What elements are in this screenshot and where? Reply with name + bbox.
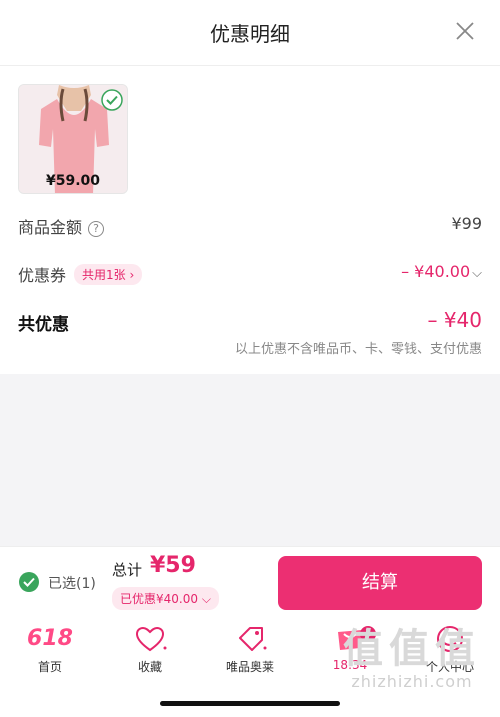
home-indicator — [160, 701, 340, 706]
help-icon[interactable]: ? — [88, 221, 105, 237]
total-price: ¥59 — [150, 553, 196, 578]
coupon-count-text: 共用1张 — [82, 268, 126, 282]
discount-pill-text: 已优惠¥40.00 — [120, 592, 198, 606]
tab-outlet-label: 唯品奥莱 — [225, 660, 274, 674]
discount-pill[interactable]: 已优惠¥40.00 ⌵ — [112, 587, 219, 610]
selected-check-icon — [101, 89, 123, 111]
total-discount-value: – ¥40 — [427, 308, 482, 332]
chevron-down-icon: ⌵ — [201, 592, 211, 606]
discount-note: 以上优惠不含唯品币、卡、零钱、支付优惠 — [234, 342, 482, 357]
product-thumbnail[interactable]: ¥59.00 — [18, 84, 128, 194]
goods-amount-value: ¥99 — [451, 214, 482, 233]
product-price: ¥59.00 — [45, 173, 101, 189]
coupon-amount: – ¥40.00 — [401, 262, 471, 281]
page-title: 优惠明细 — [210, 22, 290, 46]
tab-outlet[interactable]: 唯品奥莱 — [200, 624, 300, 675]
goods-amount-label: 商品金额? — [18, 214, 105, 238]
watermark: 值值值 zhizhizhi.com — [340, 626, 484, 691]
goods-amount-text: 商品金额 — [18, 218, 83, 237]
total-discount-label: 共优惠 — [18, 315, 69, 335]
coupon-count-badge[interactable]: 共用1张 › — [74, 264, 143, 285]
coupon-text: 优惠券 — [18, 266, 67, 285]
watermark-url: zhizhizhi.com — [351, 672, 473, 691]
chevron-right-icon: › — [129, 268, 135, 282]
chevron-down-icon: ⌵ — [472, 266, 482, 281]
tab-home-label: 首页 — [37, 660, 62, 674]
tab-home[interactable]: 618 首页 — [0, 624, 100, 675]
heart-icon — [135, 626, 167, 652]
coupon-label: 优惠券 共用1张 › — [18, 262, 143, 286]
select-all-checkbox-icon[interactable] — [18, 571, 40, 593]
checkout-bar: 已选(1) 总计 ¥59 已优惠¥40.00 ⌵ 结算 — [0, 546, 500, 618]
header: 优惠明细 — [0, 0, 500, 66]
close-icon[interactable] — [454, 20, 476, 42]
discount-detail-panel: ¥59.00 商品金额? ¥99 优惠券 共用1张 › – ¥40.00 ⌵ 共优惠… — [0, 66, 500, 374]
total-label: 总计 — [112, 561, 143, 579]
watermark-logo: 值值值 — [343, 626, 481, 672]
tab-favorites[interactable]: 收藏 — [100, 624, 200, 675]
618-logo-icon: 618 — [27, 626, 73, 651]
coupon-value[interactable]: – ¥40.00 ⌵ — [401, 262, 482, 281]
tag-icon — [239, 627, 267, 651]
selected-count: 已选(1) — [48, 576, 96, 592]
tab-favorites-label: 收藏 — [137, 660, 162, 674]
checkout-button[interactable]: 结算 — [278, 556, 482, 610]
